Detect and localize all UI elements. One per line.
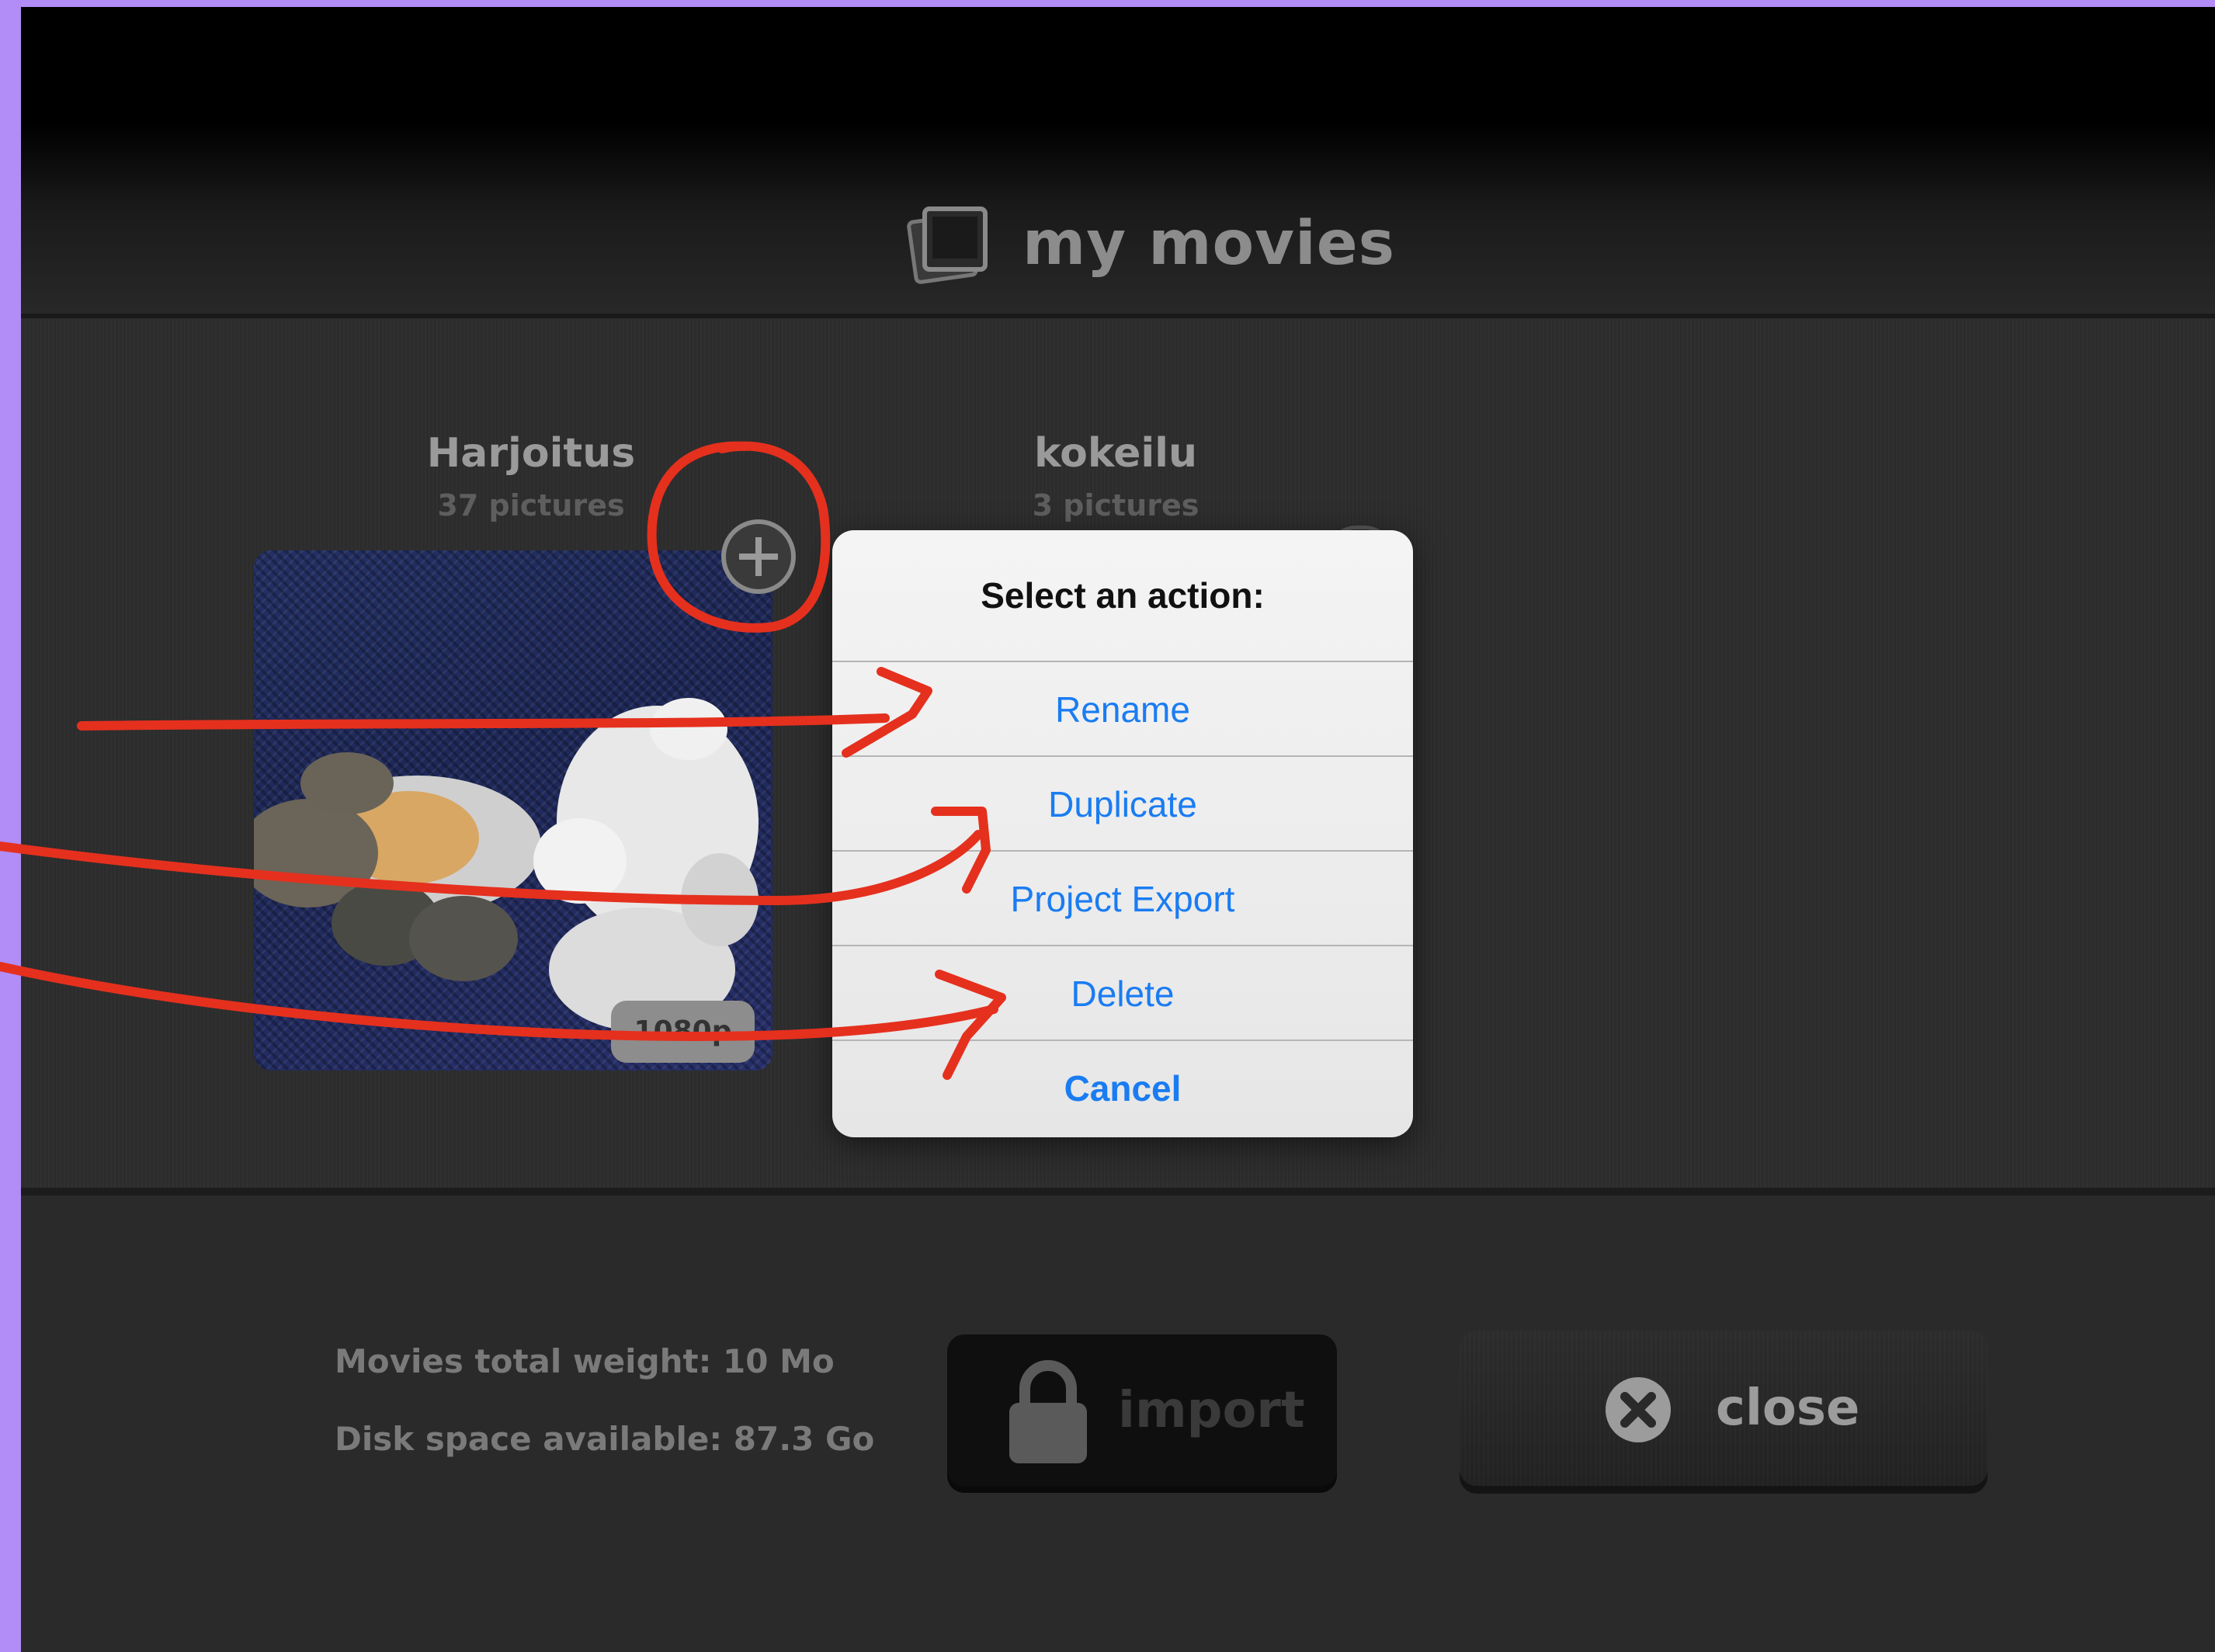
- action-sheet: Select an action: Rename Duplicate Proje…: [832, 530, 1413, 1137]
- disk-space-available: Disk space available: 87.3 Go: [335, 1420, 875, 1458]
- resolution-badge: 1080p: [611, 1001, 755, 1063]
- delete-button[interactable]: Delete: [832, 945, 1413, 1041]
- page-title: my movies: [1022, 209, 1396, 279]
- add-button[interactable]: [721, 519, 796, 594]
- project-picture-count: 3 pictures: [1032, 488, 1200, 522]
- import-label: import: [1118, 1382, 1305, 1439]
- photo-stack-icon: [907, 206, 988, 284]
- close-button[interactable]: close: [1460, 1331, 1988, 1486]
- project-title: Harjoitus: [426, 430, 636, 477]
- close-icon: [1606, 1377, 1671, 1442]
- lock-icon: [1009, 1360, 1087, 1463]
- header-title-group: my movies: [906, 197, 1395, 290]
- import-button[interactable]: import: [947, 1334, 1337, 1487]
- project-export-button[interactable]: Project Export: [832, 850, 1413, 946]
- thumbnail-photo: [254, 698, 759, 1032]
- project-picture-count: 37 pictures: [437, 488, 625, 522]
- project-thumbnail[interactable]: [254, 550, 772, 1071]
- movies-total-weight: Movies total weight: 10 Mo: [335, 1342, 835, 1380]
- cancel-button[interactable]: Cancel: [832, 1039, 1413, 1136]
- action-sheet-title: Select an action:: [981, 575, 1265, 616]
- project-title: kokeilu: [1033, 430, 1198, 477]
- duplicate-button[interactable]: Duplicate: [832, 755, 1413, 852]
- app-window: my movies Harjoitus 37 pictures 1080p ko…: [21, 7, 2215, 1652]
- header-bar: my movies: [21, 7, 2215, 318]
- rename-button[interactable]: Rename: [832, 661, 1413, 757]
- close-label: close: [1716, 1380, 1860, 1437]
